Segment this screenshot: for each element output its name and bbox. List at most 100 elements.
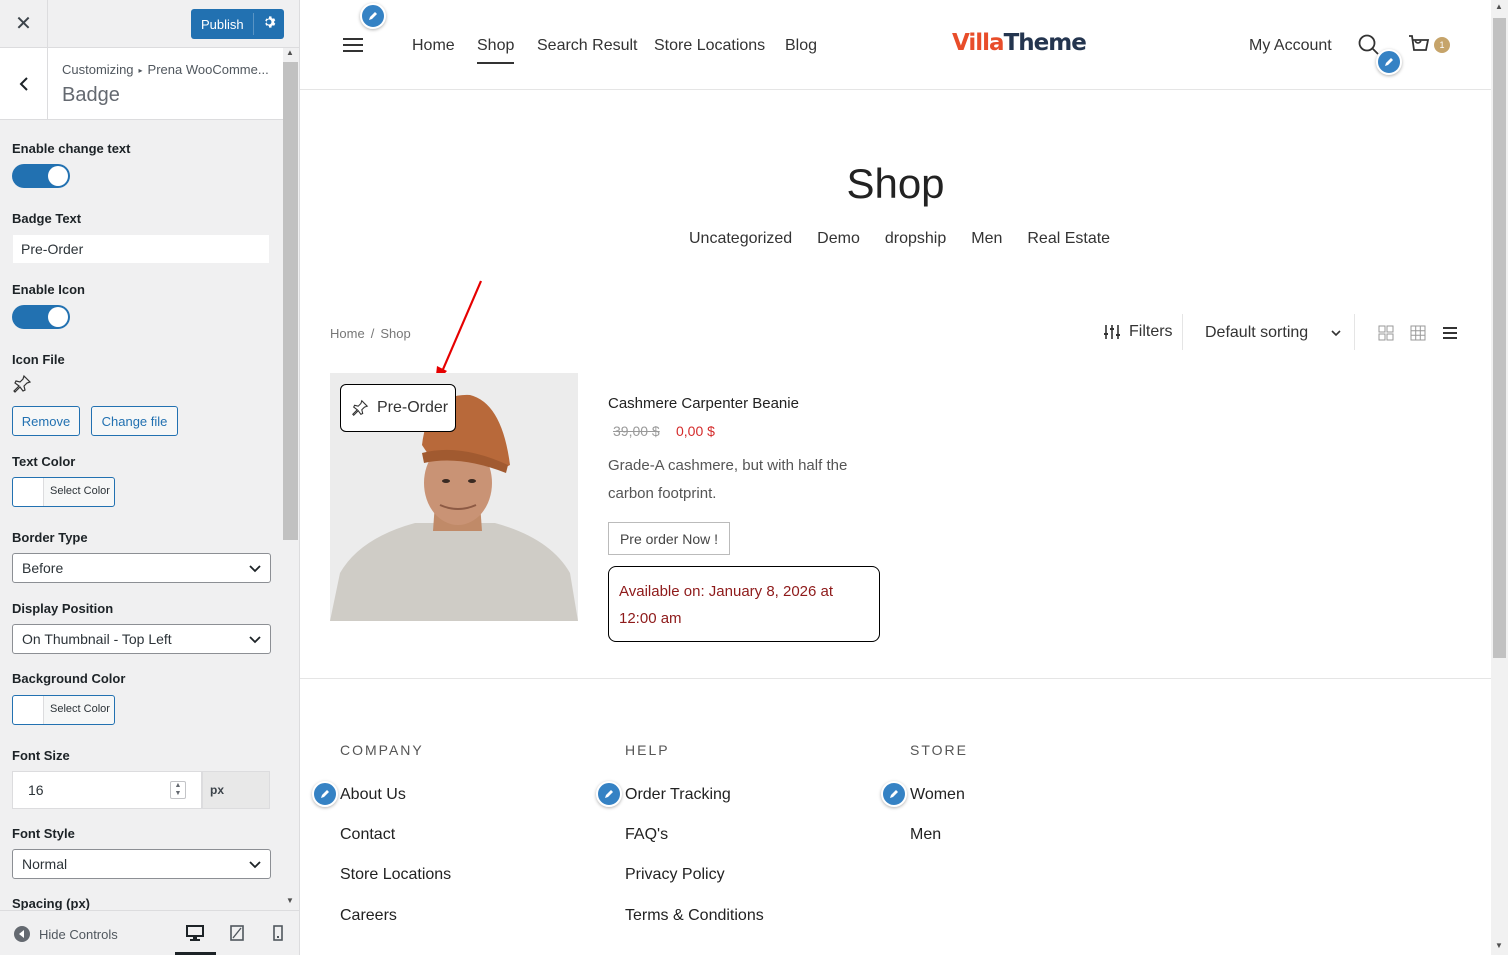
- enable-change-text-toggle[interactable]: [12, 164, 70, 188]
- category-dropship[interactable]: dropship: [885, 230, 946, 248]
- sorting-select[interactable]: Default sorting: [1205, 324, 1308, 342]
- scroll-down-arrow[interactable]: ▼: [286, 896, 294, 905]
- grid-3-icon[interactable]: [1410, 325, 1426, 341]
- footer-store-title: STORE: [910, 742, 968, 758]
- menu-icon[interactable]: [343, 38, 363, 56]
- remove-icon-button[interactable]: Remove: [12, 406, 80, 436]
- footer-link-women[interactable]: Women: [910, 786, 965, 804]
- scroll-thumb[interactable]: [283, 62, 298, 540]
- category-real-estate[interactable]: Real Estate: [1027, 230, 1110, 248]
- sliders-icon: [1104, 325, 1120, 339]
- edit-shortcut-icon[interactable]: [1376, 49, 1402, 75]
- category-uncategorized[interactable]: Uncategorized: [689, 230, 792, 248]
- edit-shortcut-icon[interactable]: [360, 3, 386, 29]
- breadcrumb-home[interactable]: Home: [330, 326, 365, 341]
- background-color-label: Background Color: [12, 671, 126, 686]
- availability-notice: Available on: January 8, 2026 at 12:00 a…: [608, 566, 880, 642]
- publish-label: Publish: [201, 16, 244, 32]
- nav-shop[interactable]: Shop: [477, 37, 514, 55]
- pre-order-badge: Pre-Order: [340, 384, 456, 432]
- breadcrumb: Home / Shop: [330, 326, 411, 341]
- desktop-preview-icon[interactable]: [185, 923, 205, 943]
- grid-2-icon[interactable]: [1378, 325, 1394, 341]
- scroll-up-arrow[interactable]: ▲: [1495, 2, 1503, 11]
- site-logo[interactable]: VillaTheme: [952, 30, 1087, 56]
- sidebar-scrollbar[interactable]: ▲ ▼: [283, 48, 299, 910]
- footer-link-privacy-policy[interactable]: Privacy Policy: [625, 866, 725, 884]
- chevron-down-icon: [249, 565, 261, 573]
- hide-controls-button[interactable]: Hide Controls: [14, 926, 118, 942]
- footer-link-contact[interactable]: Contact: [340, 826, 395, 844]
- pin-icon: [12, 374, 32, 399]
- chevron-down-icon[interactable]: [1330, 327, 1342, 339]
- back-button[interactable]: [0, 48, 48, 119]
- enable-change-text-label: Enable change text: [12, 141, 131, 156]
- icon-file-label: Icon File: [12, 352, 65, 367]
- edit-shortcut-icon[interactable]: [596, 781, 622, 807]
- sale-price: 0,00 $: [676, 423, 715, 439]
- close-customizer-button[interactable]: ✕: [0, 0, 48, 47]
- footer-help-title: HELP: [625, 742, 670, 758]
- footer-link-about-us[interactable]: About Us: [340, 786, 406, 804]
- nav-store-locations[interactable]: Store Locations: [654, 37, 765, 55]
- font-size-label: Font Size: [12, 748, 70, 763]
- footer-link-careers[interactable]: Careers: [340, 907, 397, 925]
- text-color-picker[interactable]: Select Color: [12, 477, 115, 507]
- font-style-select[interactable]: Normal: [12, 849, 271, 879]
- preview-scrollbar[interactable]: ▲ ▼: [1491, 0, 1508, 955]
- number-stepper[interactable]: ▲ ▼: [170, 781, 186, 799]
- font-size-input[interactable]: 16 ▲ ▼: [12, 771, 202, 809]
- text-color-label: Text Color: [12, 454, 76, 469]
- customizer-header: ✕ Publish: [0, 0, 299, 48]
- tablet-preview-icon[interactable]: [227, 923, 247, 943]
- gear-icon[interactable]: [262, 15, 276, 32]
- section-title: Badge: [62, 84, 120, 106]
- site-preview: Home Shop Search Result Store Locations …: [300, 0, 1508, 955]
- cart-count-badge: 1: [1434, 37, 1450, 53]
- product-description: Grade-A cashmere, but with half the carb…: [608, 457, 848, 502]
- scroll-up-arrow[interactable]: ▲: [286, 48, 294, 57]
- category-demo[interactable]: Demo: [817, 230, 860, 248]
- chevron-down-icon: [249, 861, 261, 869]
- edit-shortcut-icon[interactable]: [312, 781, 338, 807]
- edit-shortcut-icon[interactable]: [881, 781, 907, 807]
- breadcrumb: Customizing ▸ Prena WooComme...: [62, 62, 269, 77]
- breadcrumb-shop: Shop: [380, 326, 411, 341]
- annotation-arrow: [435, 280, 483, 384]
- search-icon[interactable]: [1358, 34, 1380, 56]
- active-nav-underline: [477, 62, 514, 64]
- footer-link-store-locations[interactable]: Store Locations: [340, 866, 451, 884]
- mobile-preview-icon[interactable]: [268, 923, 288, 943]
- chevron-left-icon: [19, 76, 28, 91]
- change-file-button[interactable]: Change file: [91, 406, 178, 436]
- nav-blog[interactable]: Blog: [785, 37, 817, 55]
- category-men[interactable]: Men: [971, 230, 1002, 248]
- badge-text-input[interactable]: Pre-Order: [12, 234, 270, 264]
- publish-button[interactable]: Publish: [191, 9, 284, 39]
- nav-search-result[interactable]: Search Result: [537, 37, 638, 55]
- product-title[interactable]: Cashmere Carpenter Beanie: [608, 395, 799, 412]
- nav-home[interactable]: Home: [412, 37, 455, 55]
- footer-link-men[interactable]: Men: [910, 826, 941, 844]
- footer-link-terms[interactable]: Terms & Conditions: [625, 907, 764, 925]
- my-account-link[interactable]: My Account: [1249, 37, 1332, 55]
- customizer-sidebar: ✕ Publish Customizing ▸ Prena WooComme... …: [0, 0, 300, 955]
- border-type-select[interactable]: Before: [12, 553, 271, 583]
- chevron-down-icon: [249, 636, 261, 644]
- enable-icon-toggle[interactable]: [12, 305, 70, 329]
- controls-panel: Enable change text Badge Text Pre-Order …: [0, 120, 283, 910]
- background-color-picker[interactable]: Select Color: [12, 695, 115, 725]
- display-position-select[interactable]: On Thumbnail - Top Left: [12, 624, 271, 654]
- pre-order-button[interactable]: Pre order Now !: [608, 522, 730, 555]
- spacing-label: Spacing (px): [12, 896, 91, 910]
- list-view-icon[interactable]: [1442, 325, 1458, 341]
- regular-price: 39,00 $: [613, 423, 660, 439]
- scroll-thumb[interactable]: [1493, 18, 1506, 658]
- footer-link-faqs[interactable]: FAQ's: [625, 826, 668, 844]
- footer-link-order-tracking[interactable]: Order Tracking: [625, 786, 731, 804]
- cart-icon[interactable]: [1406, 32, 1430, 56]
- border-type-label: Border Type: [12, 530, 88, 545]
- scroll-down-arrow[interactable]: ▼: [1495, 941, 1503, 950]
- section-header: Customizing ▸ Prena WooComme... Badge: [0, 48, 283, 120]
- filters-button[interactable]: Filters: [1103, 323, 1173, 341]
